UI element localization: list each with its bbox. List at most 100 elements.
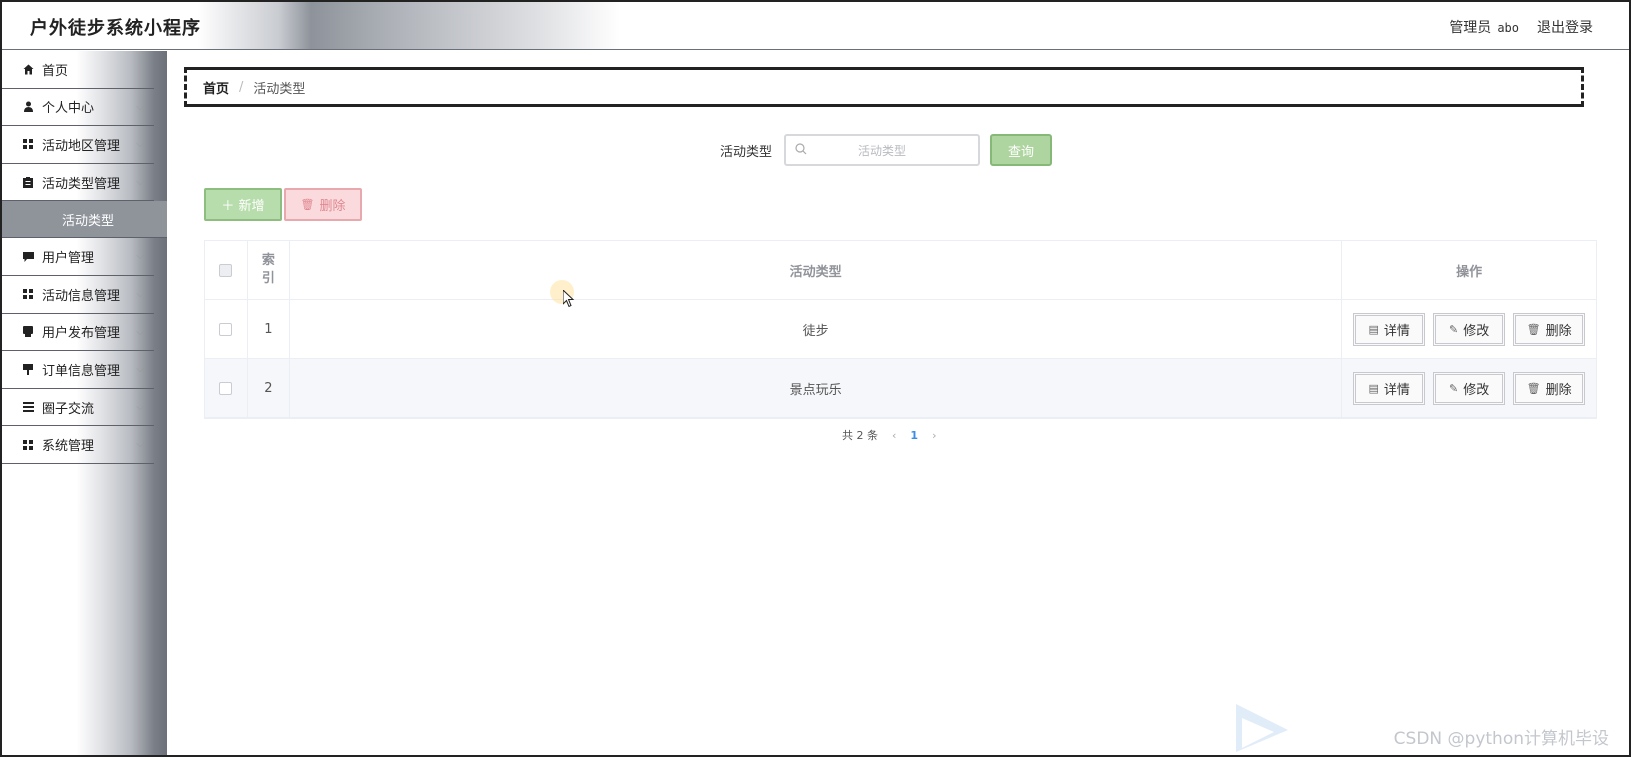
sidebar-item-label: 订单信息管理 bbox=[42, 363, 121, 379]
row-checkbox-cell bbox=[205, 359, 248, 417]
header-index: 索引 bbox=[261, 253, 275, 286]
document-icon bbox=[22, 326, 34, 338]
chevron-down-icon: ⌵ bbox=[136, 139, 144, 151]
watermark-text: CSDN @python计算机毕设 bbox=[1393, 729, 1609, 749]
search-label: 活动类型 bbox=[720, 144, 773, 160]
sidebar-item-label: 用户发布管理 bbox=[42, 326, 121, 342]
mouse-cursor-icon bbox=[562, 288, 575, 312]
sidebar-item-label: 活动地区管理 bbox=[42, 138, 121, 154]
trash-icon: 🗑 bbox=[1526, 322, 1541, 336]
detail-label: 详情 bbox=[1383, 382, 1410, 398]
sidebar-item-orders[interactable]: 订单信息管理 ⌵ bbox=[2, 351, 154, 389]
sidebar-item-users[interactable]: 用户管理 ⌵ bbox=[2, 238, 154, 276]
chevron-down-icon: ⌵ bbox=[136, 364, 144, 376]
row-type: 景点玩乐 bbox=[290, 359, 1343, 417]
search-bar: 活动类型 活动类型 查询 bbox=[720, 134, 1053, 166]
sidebar-item-personal[interactable]: 个人中心 ⌵ bbox=[2, 89, 154, 127]
sidebar-item-label: 个人中心 bbox=[42, 101, 95, 117]
pin-icon bbox=[22, 363, 34, 375]
edit-label: 修改 bbox=[1463, 323, 1490, 339]
sidebar-item-home[interactable]: 首页 bbox=[2, 51, 154, 89]
top-header: 户外徒步系统小程序 管理员 abo 退出登录 bbox=[2, 2, 1629, 50]
sidebar: 首页 个人中心 ⌵ 活动地区管理 ⌵ 活动类型管理 ⌵ 活动类型 用户管理 ⌵ … bbox=[2, 51, 167, 755]
edit-button[interactable]: ✎ 修改 bbox=[1433, 312, 1506, 346]
row-index: 1 bbox=[248, 300, 290, 358]
delete-button[interactable]: 🗑 删除 bbox=[1513, 312, 1586, 346]
trash-icon: 🗑 bbox=[300, 198, 315, 211]
batch-delete-button[interactable]: 🗑 删除 bbox=[284, 188, 362, 221]
header-right: 管理员 abo 退出登录 bbox=[1449, 17, 1593, 37]
sidebar-item-system[interactable]: 系统管理 ⌵ bbox=[2, 426, 154, 464]
breadcrumb: 首页 / 活动类型 bbox=[184, 67, 1584, 107]
pagination-total: 共 2 条 bbox=[842, 429, 878, 442]
data-table: 索引 活动类型 操作 1 徒步 ▤ 详情 ✎ 修改 🗑 删除 2 景点玩乐 ▤ 详情 ✎… bbox=[204, 240, 1597, 419]
action-toolbar: ＋ 新增 🗑 删除 bbox=[204, 188, 362, 221]
header-type-cell: 活动类型 bbox=[290, 241, 1343, 299]
add-button[interactable]: ＋ 新增 bbox=[204, 188, 282, 221]
select-all-checkbox[interactable] bbox=[219, 263, 233, 277]
pagination: 共 2 条 ‹ 1 › bbox=[842, 427, 936, 443]
admin-info: 管理员 abo bbox=[1449, 17, 1519, 37]
sidebar-item-circle[interactable]: 圈子交流 ⌵ bbox=[2, 389, 154, 427]
list-icon bbox=[22, 401, 34, 413]
batch-delete-label: 删除 bbox=[319, 199, 346, 214]
sidebar-item-label: 首页 bbox=[42, 63, 69, 79]
admin-name: abo bbox=[1497, 21, 1519, 35]
chevron-left-icon[interactable]: ‹ bbox=[892, 429, 896, 442]
edit-button[interactable]: ✎ 修改 bbox=[1433, 371, 1506, 405]
row-index: 2 bbox=[248, 359, 290, 417]
sidebar-item-region[interactable]: 活动地区管理 ⌵ bbox=[2, 126, 154, 164]
breadcrumb-current: 活动类型 bbox=[253, 81, 306, 97]
logout-link[interactable]: 退出登录 bbox=[1537, 17, 1593, 37]
detail-label: 详情 bbox=[1383, 323, 1410, 339]
sidebar-item-label: 活动类型管理 bbox=[42, 176, 121, 192]
chevron-down-icon: ⌵ bbox=[136, 176, 144, 188]
chevron-down-icon: ⌵ bbox=[136, 101, 144, 113]
pencil-icon: ✎ bbox=[1449, 322, 1459, 336]
chevron-down-icon: ⌵ bbox=[136, 439, 144, 451]
detail-button[interactable]: ▤ 详情 bbox=[1353, 371, 1426, 405]
trash-icon: 🗑 bbox=[1526, 381, 1541, 395]
sidebar-item-activity-info[interactable]: 活动信息管理 ⌵ bbox=[2, 276, 154, 314]
sidebar-item-label: 用户管理 bbox=[42, 251, 95, 267]
row-ops: ▤ 详情 ✎ 修改 🗑 删除 bbox=[1342, 300, 1596, 358]
sidebar-subitem-activity-type[interactable]: 活动类型 bbox=[2, 201, 167, 239]
home-icon bbox=[22, 63, 34, 75]
clipboard-icon bbox=[22, 176, 34, 188]
detail-button[interactable]: ▤ 详情 bbox=[1353, 312, 1426, 346]
pagination-current-page[interactable]: 1 bbox=[910, 429, 918, 442]
sidebar-item-user-posts[interactable]: 用户发布管理 ⌵ bbox=[2, 314, 154, 352]
row-checkbox-cell bbox=[205, 300, 248, 358]
header-ops: 操作 bbox=[1456, 264, 1483, 280]
search-input[interactable]: 活动类型 bbox=[784, 134, 981, 166]
grid-icon bbox=[22, 439, 34, 451]
delete-label: 删除 bbox=[1545, 382, 1572, 398]
chevron-right-icon[interactable]: › bbox=[932, 429, 936, 442]
chevron-down-icon: ⌵ bbox=[136, 401, 144, 413]
admin-label: 管理员 bbox=[1449, 20, 1492, 36]
search-icon bbox=[795, 143, 807, 158]
breadcrumb-separator: / bbox=[239, 79, 244, 95]
sidebar-item-activity-type[interactable]: 活动类型管理 ⌵ bbox=[2, 164, 154, 202]
chevron-down-icon: ⌵ bbox=[136, 326, 144, 338]
grid-icon bbox=[22, 138, 34, 150]
chevron-down-icon: ⌵ bbox=[136, 251, 144, 263]
query-button[interactable]: 查询 bbox=[990, 134, 1053, 166]
document-icon: ▤ bbox=[1368, 381, 1379, 395]
header-ops-cell: 操作 bbox=[1342, 241, 1596, 299]
document-icon: ▤ bbox=[1368, 322, 1379, 336]
delete-button[interactable]: 🗑 删除 bbox=[1513, 371, 1586, 405]
pencil-icon: ✎ bbox=[1449, 381, 1459, 395]
message-icon bbox=[22, 251, 34, 263]
table-row: 1 徒步 ▤ 详情 ✎ 修改 🗑 删除 bbox=[205, 300, 1596, 359]
header-index-cell: 索引 bbox=[248, 241, 290, 299]
sidebar-item-label: 活动信息管理 bbox=[42, 288, 121, 304]
table-row: 2 景点玩乐 ▤ 详情 ✎ 修改 🗑 删除 bbox=[205, 359, 1596, 418]
header-checkbox-cell bbox=[205, 241, 248, 299]
watermark-logo-icon bbox=[1236, 704, 1288, 752]
row-checkbox[interactable] bbox=[219, 381, 233, 395]
row-checkbox[interactable] bbox=[219, 322, 233, 336]
delete-label: 删除 bbox=[1545, 323, 1572, 339]
sidebar-item-label: 系统管理 bbox=[42, 439, 95, 455]
breadcrumb-home[interactable]: 首页 bbox=[203, 78, 229, 97]
